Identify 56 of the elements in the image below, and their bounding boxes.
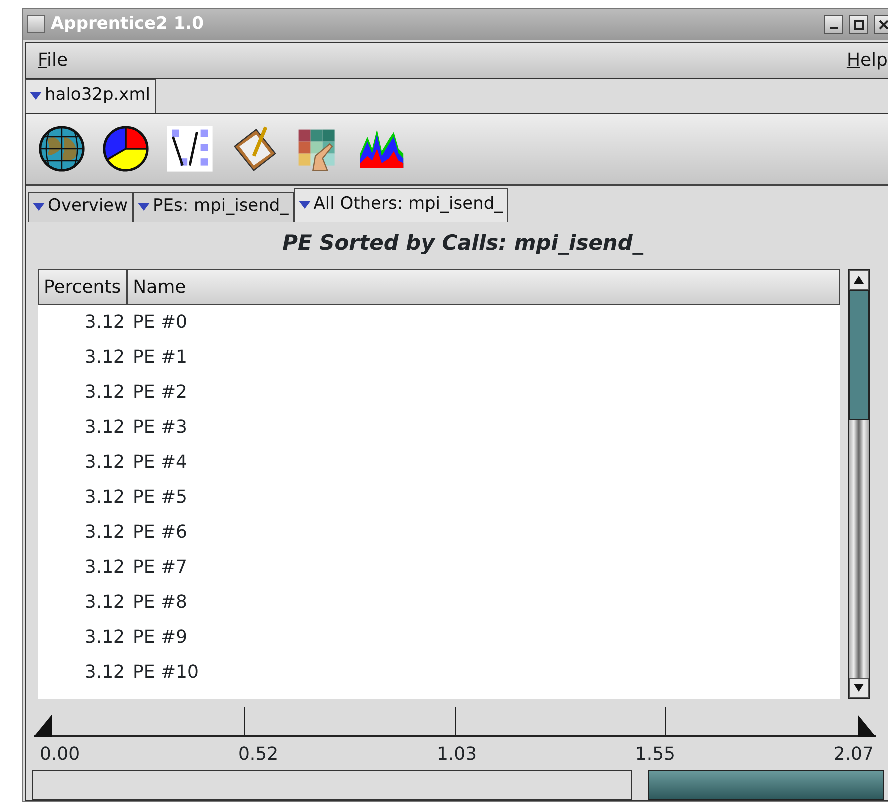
menu-item[interactable]: File [38, 46, 68, 74]
tab[interactable]: Overview [28, 192, 134, 222]
globe-icon[interactable] [38, 124, 86, 172]
table-cell-text: PE #3 [133, 416, 188, 440]
window-menu-button[interactable] [27, 15, 45, 34]
menu-item[interactable]: Help [846, 46, 888, 74]
table-cell-text: 3.12 [84, 451, 126, 475]
range-slider[interactable] [34, 707, 876, 737]
tick-label: 1.03 [436, 743, 478, 767]
slider-thumb[interactable] [858, 713, 876, 735]
table-cell-text: 3.12 [84, 521, 126, 545]
table-cell-text: PE #8 [133, 591, 188, 615]
table-cell-text: PE #6 [133, 521, 188, 545]
tab[interactable]: All Others: mpi_isend_ [294, 188, 508, 222]
table-cell-text: PE #5 [133, 486, 188, 510]
report-title: PE Sorted by Calls: mpi_isend_ [282, 230, 644, 257]
table-cell-text: PE #4 [133, 451, 188, 475]
maximize-icon [854, 20, 864, 30]
table-cell-text: 3.12 [84, 661, 126, 685]
dropdown-triangle-icon [33, 203, 45, 211]
table-cell-text: PE #9 [133, 626, 188, 650]
tick-label: 1.55 [635, 743, 676, 767]
scrollbar[interactable] [848, 269, 870, 699]
table-cell-text: 3.12 [84, 381, 126, 405]
tab[interactable]: PEs: mpi_isend_ [133, 192, 294, 222]
tick-label: 0.00 [40, 743, 80, 767]
column-header[interactable]: Percents [38, 269, 128, 305]
pie-chart-icon[interactable] [102, 124, 150, 172]
table-cell-text: 3.12 [84, 311, 126, 335]
close-icon [878, 20, 888, 30]
table-cell-text: PE #2 [133, 381, 188, 405]
dropdown-triangle-icon [298, 201, 311, 209]
dropdown-triangle-icon [30, 92, 42, 100]
close-button[interactable] [874, 14, 888, 34]
table-cell-text: 3.12 [84, 486, 126, 510]
scroll-thumb[interactable] [849, 290, 869, 420]
table-cell-text: 3.12 [84, 591, 126, 615]
dropdown-triangle-icon [138, 203, 150, 211]
table-cell-text: 3.12 [84, 346, 126, 370]
slider-thumb[interactable] [34, 713, 52, 735]
tab[interactable]: halo32p.xml [25, 78, 156, 112]
trace-icon[interactable] [166, 124, 214, 172]
window-title: Apprentice2 1.0 [51, 12, 204, 36]
maximize-button[interactable] [849, 14, 868, 34]
minimize-icon [830, 27, 838, 30]
column-header[interactable]: Name [127, 269, 840, 305]
tick-label: 2.07 [834, 743, 874, 767]
minimize-button[interactable] [824, 14, 843, 34]
table-cell-text: 3.12 [84, 626, 126, 650]
table-cell-text: PE #7 [133, 556, 188, 580]
tick-label: 0.52 [238, 743, 279, 767]
table-cell-text: PE #1 [133, 346, 188, 370]
table-cell-text: PE #0 [133, 311, 188, 335]
table-cell-text: 3.12 [84, 416, 126, 440]
table-cell-text: PE #10 [133, 661, 199, 685]
table-cell-text: 3.12 [84, 556, 126, 580]
